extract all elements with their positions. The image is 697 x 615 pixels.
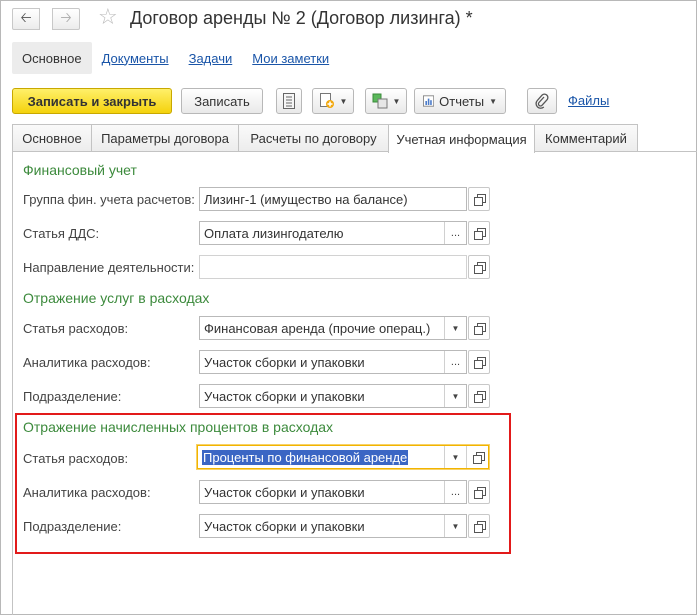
interest-dept-value: Участок сборки и упаковки	[204, 518, 365, 534]
toolbar: Записать и закрыть Записать ▼ ▼ Отчеты ▼…	[12, 88, 692, 114]
reports-label: Отчеты	[439, 93, 485, 109]
services-analytics-field[interactable]: Участок сборки и упаковки ...	[199, 350, 467, 374]
open-fin-group-button[interactable]	[468, 187, 490, 211]
services-expense-value: Финансовая аренда (прочие операц.)	[204, 320, 431, 336]
label-dds: Статья ДДС:	[23, 226, 100, 241]
journal-button[interactable]	[276, 88, 302, 114]
window-title: Договор аренды № 2 (Договор лизинга) *	[130, 8, 473, 28]
title-bar: 🡠 🡢 ☆ Договор аренды № 2 (Договор лизинг…	[0, 0, 697, 38]
tab-contract-params[interactable]: Параметры договора	[91, 124, 239, 152]
open-window-icon	[474, 228, 486, 240]
label-services-dept: Подразделение:	[23, 389, 122, 404]
interest-dept-field[interactable]: Участок сборки и упаковки ▼	[199, 514, 467, 538]
select-dds-button[interactable]: ...	[444, 222, 466, 244]
tab-comment[interactable]: Комментарий	[534, 124, 638, 152]
label-interest-expense: Статья расходов:	[23, 451, 129, 466]
save-button[interactable]: Записать	[181, 88, 263, 114]
list-document-icon	[283, 93, 295, 109]
attach-button[interactable]	[527, 88, 557, 114]
save-and-close-button[interactable]: Записать и закрыть	[12, 88, 172, 114]
reports-button[interactable]: Отчеты ▼	[414, 88, 506, 114]
create-based-on-button[interactable]: ▼	[312, 88, 354, 114]
arrow-right-icon: 🡢	[60, 9, 72, 25]
section-title-financial: Финансовый учет	[23, 162, 137, 178]
forward-button[interactable]: 🡢	[52, 8, 80, 30]
tab-contract-settlements[interactable]: Расчеты по договору	[238, 124, 389, 152]
services-expense-field[interactable]: Финансовая аренда (прочие операц.) ▼	[199, 316, 467, 340]
files-link[interactable]: Файлы	[568, 93, 609, 108]
tab-main[interactable]: Основное	[12, 124, 92, 152]
panel-border	[12, 151, 13, 615]
direction-field[interactable]	[199, 255, 467, 279]
label-interest-analytics: Аналитика расходов:	[23, 485, 151, 500]
interest-expense-value: Проценты по финансовой аренде	[202, 449, 409, 465]
interest-expense-field[interactable]: Проценты по финансовой аренде ▼	[197, 445, 489, 469]
open-window-icon	[474, 357, 486, 369]
chevron-down-icon: ▼	[339, 96, 348, 106]
related-documents-button[interactable]: ▼	[365, 88, 407, 114]
favorite-star-icon[interactable]: ☆	[98, 5, 118, 29]
open-window-icon	[474, 391, 486, 403]
open-interest-dept-button[interactable]	[468, 514, 490, 538]
open-interest-analytics-button[interactable]	[468, 480, 490, 504]
arrow-left-icon: 🡠	[20, 9, 32, 25]
chevron-down-icon: ▼	[451, 452, 460, 462]
back-button[interactable]: 🡠	[12, 8, 40, 30]
label-services-expense: Статья расходов:	[23, 321, 129, 336]
dds-value: Оплата лизингодателю	[204, 225, 344, 241]
nav-tasks[interactable]: Задачи	[179, 42, 243, 74]
open-services-expense-button[interactable]	[468, 316, 490, 340]
open-window-icon	[472, 452, 485, 464]
nav-documents[interactable]: Документы	[92, 42, 179, 74]
chevron-down-icon: ▼	[451, 391, 460, 401]
nav-main[interactable]: Основное	[12, 42, 92, 74]
services-dept-dropdown[interactable]: ▼	[444, 385, 466, 407]
open-direction-button[interactable]	[468, 255, 490, 279]
open-window-icon	[474, 194, 486, 206]
fin-group-value: Лизинг-1 (имущество на балансе)	[204, 191, 408, 207]
documents-structure-icon	[372, 93, 388, 109]
section-title-interest: Отражение начисленных процентов в расход…	[23, 419, 334, 435]
interest-analytics-field[interactable]: Участок сборки и упаковки ...	[199, 480, 467, 504]
nav-my-notes[interactable]: Мои заметки	[242, 42, 339, 74]
chevron-down-icon: ▼	[489, 96, 497, 106]
select-interest-analytics-button[interactable]: ...	[444, 481, 466, 503]
open-services-analytics-button[interactable]	[468, 350, 490, 374]
open-window-icon	[474, 323, 486, 335]
top-nav: Основное Документы Задачи Мои заметки	[12, 42, 339, 74]
open-services-dept-button[interactable]	[468, 384, 490, 408]
label-services-analytics: Аналитика расходов:	[23, 355, 151, 370]
tab-divider	[12, 151, 697, 152]
open-window-icon	[474, 262, 486, 274]
interest-dept-dropdown[interactable]: ▼	[444, 515, 466, 537]
label-fin-group: Группа фин. учета расчетов:	[23, 192, 195, 207]
select-services-analytics-button[interactable]: ...	[444, 351, 466, 373]
chevron-down-icon: ▼	[451, 323, 460, 333]
label-interest-dept: Подразделение:	[23, 519, 122, 534]
services-expense-dropdown[interactable]: ▼	[444, 317, 466, 339]
dds-field[interactable]: Оплата лизингодателю ...	[199, 221, 467, 245]
open-dds-button[interactable]	[468, 221, 490, 245]
services-analytics-value: Участок сборки и упаковки	[204, 354, 365, 370]
open-window-icon	[474, 487, 486, 499]
open-interest-expense-button[interactable]	[466, 446, 488, 468]
report-icon	[423, 95, 435, 107]
services-dept-value: Участок сборки и упаковки	[204, 388, 365, 404]
document-add-icon	[319, 93, 334, 108]
services-dept-field[interactable]: Участок сборки и упаковки ▼	[199, 384, 467, 408]
interest-expense-dropdown[interactable]: ▼	[444, 446, 466, 468]
open-window-icon	[474, 521, 486, 533]
paperclip-icon	[535, 93, 549, 109]
label-direction: Направление деятельности:	[23, 260, 195, 275]
interest-analytics-value: Участок сборки и упаковки	[204, 484, 365, 500]
chevron-down-icon: ▼	[392, 96, 401, 106]
fin-group-field[interactable]: Лизинг-1 (имущество на балансе)	[199, 187, 467, 211]
chevron-down-icon: ▼	[451, 521, 460, 531]
section-title-services: Отражение услуг в расходах	[23, 290, 210, 306]
tab-accounting-info[interactable]: Учетная информация	[388, 124, 535, 153]
